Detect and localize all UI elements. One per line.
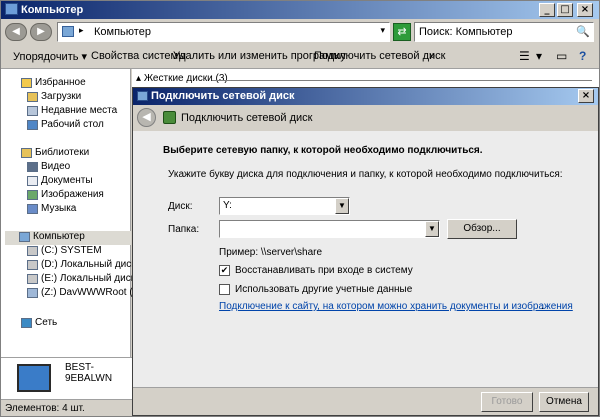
cancel-button[interactable]: Отмена [539,392,589,412]
chevron-down-icon[interactable]: ▼ [425,221,439,237]
system-properties-button[interactable]: Свойства системы [91,50,186,62]
nav-item-video[interactable]: Видео [27,161,70,175]
nav-item-libraries[interactable]: Библиотеки [21,147,89,161]
item-count: Элементов: 4 шт. [5,403,85,414]
breadcrumb-computer[interactable]: Компьютер [94,26,151,38]
nav-item-pictures[interactable]: Изображения [27,189,104,203]
nav-item-computer[interactable]: Компьютер [5,231,131,245]
nav-item-downloads[interactable]: Загрузки [27,91,81,105]
search-input[interactable]: Поиск: Компьютер 🔍 [414,22,594,42]
command-bar: Упорядочить ▾ Свойства системы Удалить и… [1,45,599,69]
explorer-window: Компьютер _ □ × ◀ ▶ ▸ Компьютер ▾ ⇄ Поис… [0,0,600,417]
dialog-title-bar[interactable]: Подключить сетевой диск × [133,88,598,105]
network-drive-icon [163,111,176,124]
video-icon [27,162,38,173]
dialog-footer: Готово Отмена [133,387,598,415]
browse-button[interactable]: Обзор... [447,219,517,239]
group-divider [212,80,592,81]
address-row: ◀ ▶ ▸ Компьютер ▾ ⇄ Поиск: Компьютер 🔍 [1,19,599,45]
map-network-drive-button[interactable]: Подключить сетевой диск [314,50,445,62]
details-pane: BEST-9EBALWN [1,357,132,401]
system-drive-icon [27,246,38,257]
computer-large-icon [17,364,51,392]
nav-item-drive-e[interactable]: (E:) Локальный диск [27,273,135,287]
nav-item-favorites[interactable]: Избранное [21,77,86,91]
dialog-close-button[interactable]: × [578,89,594,103]
title-bar[interactable]: Компьютер _ □ × [1,1,599,19]
nav-item-drive-c[interactable]: (C:) SYSTEM [27,245,102,259]
breadcrumb-separator[interactable]: ▸ [79,25,84,36]
refresh-button[interactable]: ⇄ [393,23,411,41]
back-arrow-icon[interactable]: ◀ [5,23,27,41]
address-bar[interactable]: ▸ Компьютер ▾ [57,22,390,42]
reconnect-checkbox[interactable]: ✔ [219,265,230,276]
other-credentials-label: Использовать другие учетные данные [235,284,413,295]
map-network-drive-dialog: Подключить сетевой диск × ◀ Подключить с… [132,87,599,416]
downloads-folder-icon [27,92,38,103]
music-icon [27,204,38,215]
back-arrow-icon[interactable]: ◀ [137,108,156,127]
dialog-header: ◀ Подключить сетевой диск [133,105,598,131]
search-placeholder: Поиск: Компьютер [419,26,513,38]
group-header-label: Жесткие диски (3) [143,73,228,84]
maximize-button[interactable]: □ [557,3,573,17]
view-icon[interactable]: ☰ [519,49,530,63]
collapse-icon[interactable]: ▴ [136,73,141,84]
computer-icon [5,3,18,15]
finish-button[interactable]: Готово [481,392,533,412]
nav-item-network[interactable]: Сеть [21,317,57,331]
search-icon[interactable]: 🔍 [576,25,590,38]
help-icon[interactable]: ? [579,49,586,63]
path-example: Пример: \\server\share [219,247,323,258]
star-icon [21,78,32,89]
chevron-down-icon[interactable]: ▾ [380,25,385,36]
local-drive-icon [27,274,38,285]
network-drive-icon [137,91,148,101]
reconnect-label: Восстанавливать при входе в систему [235,265,413,276]
forward-arrow-icon[interactable]: ▶ [30,23,52,41]
dialog-body: Выберите сетевую папку, к которой необхо… [133,131,598,387]
folder-label: Папка: [168,224,200,235]
nav-item-drive-d[interactable]: (D:) Локальный диск [27,259,136,273]
dialog-title: Подключить сетевой диск [151,90,295,102]
other-credentials-checkbox[interactable] [219,284,230,295]
more-commands-button[interactable]: » [429,50,435,62]
link-period: . [541,301,544,312]
drive-select[interactable]: Y: ▼ [219,197,350,215]
nav-item-recent-places[interactable]: Недавние места [27,105,117,119]
preview-pane-icon[interactable]: ▭ [556,49,567,63]
network-drive-icon [27,288,38,299]
nav-item-desktop[interactable]: Рабочий стол [27,119,104,133]
folder-input[interactable]: ▼ [219,220,440,238]
computer-icon [62,26,74,37]
recent-places-icon [27,106,38,117]
window-title: Компьютер [21,4,84,16]
nav-item-drive-z[interactable]: (Z:) DavWWWRoot (\\ [27,287,138,301]
organize-button[interactable]: Упорядочить ▾ [13,50,87,63]
documents-icon [27,176,38,187]
nav-item-documents[interactable]: Документы [27,175,93,189]
chevron-down-icon[interactable]: ▾ [536,49,542,63]
nav-item-music[interactable]: Музыка [27,203,76,217]
drive-value: Y: [223,200,232,211]
computer-icon [19,232,30,243]
drive-label: Диск: [168,201,193,212]
document-site-link[interactable]: Подключение к сайту, на котором можно хр… [219,301,573,312]
desktop-icon [27,120,38,131]
navigation-pane: Избранное Загрузки Недавние места Рабочи… [1,69,138,399]
computer-name: BEST-9EBALWN [65,362,113,384]
group-header-hard-drives[interactable]: ▴ Жесткие диски (3) [136,73,228,84]
chevron-down-icon[interactable]: ▼ [335,198,349,214]
local-drive-icon [27,260,38,271]
dialog-instruction: Укажите букву диска для подключения и па… [168,169,563,180]
pictures-icon [27,190,38,201]
libraries-icon [21,148,32,159]
network-icon [21,318,32,329]
dialog-header-title: Подключить сетевой диск [181,112,313,124]
minimize-button[interactable]: _ [539,3,555,17]
close-button[interactable]: × [577,3,593,17]
dialog-heading: Выберите сетевую папку, к которой необхо… [163,145,483,156]
